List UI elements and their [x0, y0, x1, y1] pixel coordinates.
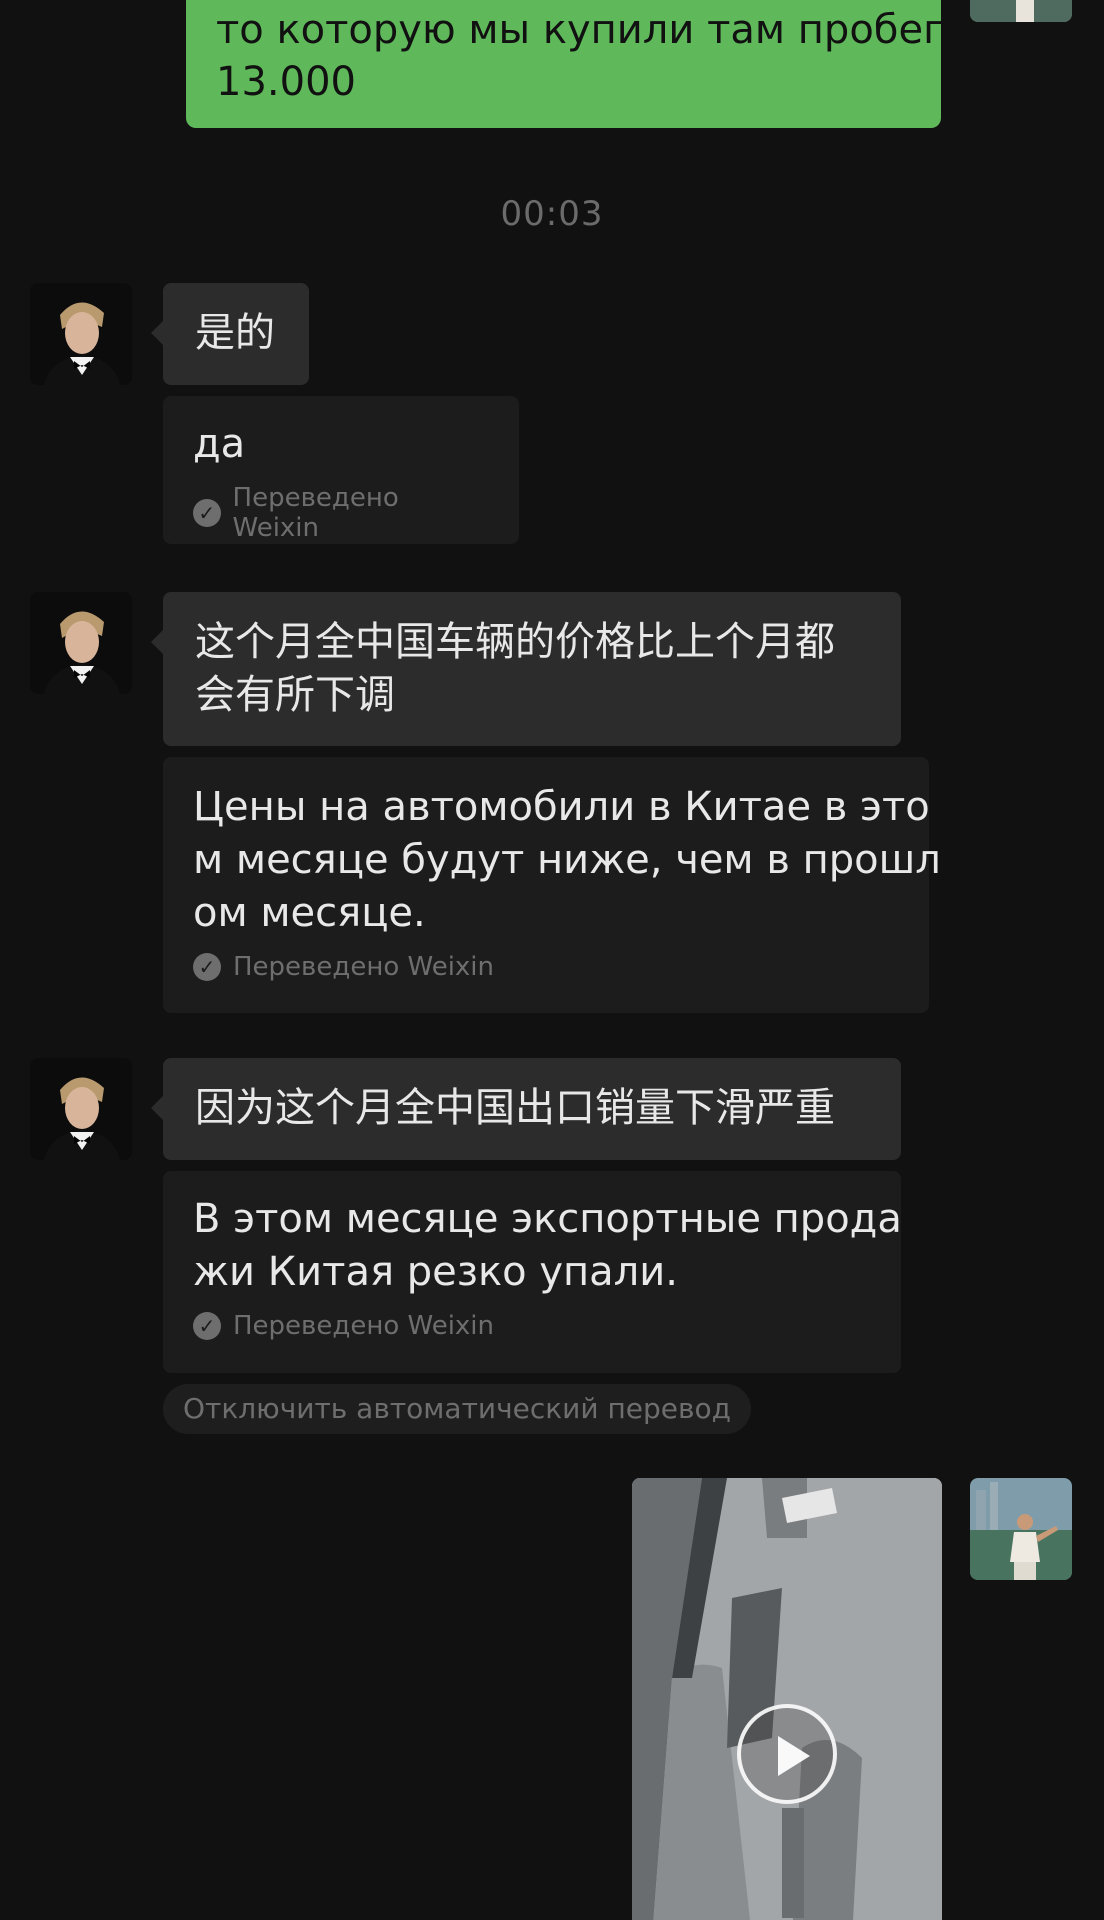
- message-text-line: 13.000: [216, 59, 356, 105]
- my-avatar[interactable]: [970, 1478, 1072, 1580]
- outgoing-message-bubble[interactable]: то которую мы купили там пробег 13.000: [186, 0, 945, 128]
- contact-avatar-photo: [30, 1058, 132, 1160]
- check-circle-icon: ✓: [193, 953, 221, 981]
- translation-text-line: да: [193, 421, 246, 467]
- translated-by-tag: ✓ Переведено Weixin: [193, 952, 899, 982]
- chat-screen: то которую мы купили там пробег 13.000 0…: [0, 0, 1104, 1920]
- translated-by-label: Переведено Weixin: [233, 952, 495, 982]
- translation-bubble[interactable]: да ✓ Переведено Weixin: [163, 396, 519, 544]
- contact-avatar[interactable]: [30, 283, 132, 385]
- message-text-line: 这个月全中国车辆的价格比上个月都: [195, 619, 835, 665]
- contact-avatar[interactable]: [30, 592, 132, 694]
- message-text-line: 会有所下调: [195, 672, 395, 718]
- contact-avatar[interactable]: [30, 1058, 132, 1160]
- message-text-line: 因为这个月全中国出口销量下滑严重: [195, 1085, 835, 1131]
- message-timestamp: 00:03: [500, 194, 604, 234]
- message-text-line: 是的: [195, 310, 275, 356]
- translation-text-line: м месяце будут ниже, чем в прошл: [193, 837, 941, 883]
- check-circle-icon: ✓: [193, 1312, 221, 1340]
- message-text-line: то которую мы купили там пробег: [216, 7, 945, 53]
- check-circle-icon: ✓: [193, 499, 221, 527]
- incoming-message-bubble[interactable]: 因为这个月全中国出口销量下滑严重: [151, 1058, 901, 1160]
- bubble-tail: [151, 321, 163, 345]
- incoming-message-bubble[interactable]: 这个月全中国车辆的价格比上个月都 会有所下调: [151, 592, 901, 746]
- contact-avatar-photo: [30, 283, 132, 385]
- translation-bubble[interactable]: В этом месяце экспортные прода жи Китая …: [163, 1171, 902, 1373]
- incoming-message-bubble[interactable]: 是的: [151, 283, 309, 385]
- disable-auto-translate-button[interactable]: Отключить автоматический перевод: [163, 1384, 751, 1434]
- translation-bubble[interactable]: Цены на автомобили в Китае в это м месяц…: [163, 757, 941, 1013]
- translation-text-line: ом месяце.: [193, 890, 426, 936]
- play-icon[interactable]: [737, 1704, 837, 1804]
- bubble-tail: [151, 630, 163, 654]
- video-thumbnail: [632, 1478, 942, 1920]
- translated-by-label: Переведено Weixin: [233, 1311, 495, 1341]
- translation-text-line: жи Китая резко упали.: [193, 1249, 678, 1295]
- translated-by-tag: ✓ Переведено Weixin: [193, 483, 489, 543]
- translation-text-line: В этом месяце экспортные прода: [193, 1196, 902, 1242]
- video-message[interactable]: [632, 1478, 942, 1920]
- translated-by-tag: ✓ Переведено Weixin: [193, 1311, 871, 1341]
- my-avatar[interactable]: [970, 0, 1072, 22]
- avatar-photo: [970, 1478, 1072, 1580]
- contact-avatar-photo: [30, 592, 132, 694]
- translation-text-line: Цены на автомобили в Китае в это: [193, 784, 930, 830]
- bubble-tail: [151, 1096, 163, 1120]
- translated-by-label: Переведено Weixin: [232, 483, 399, 543]
- avatar-photo: [970, 0, 1072, 22]
